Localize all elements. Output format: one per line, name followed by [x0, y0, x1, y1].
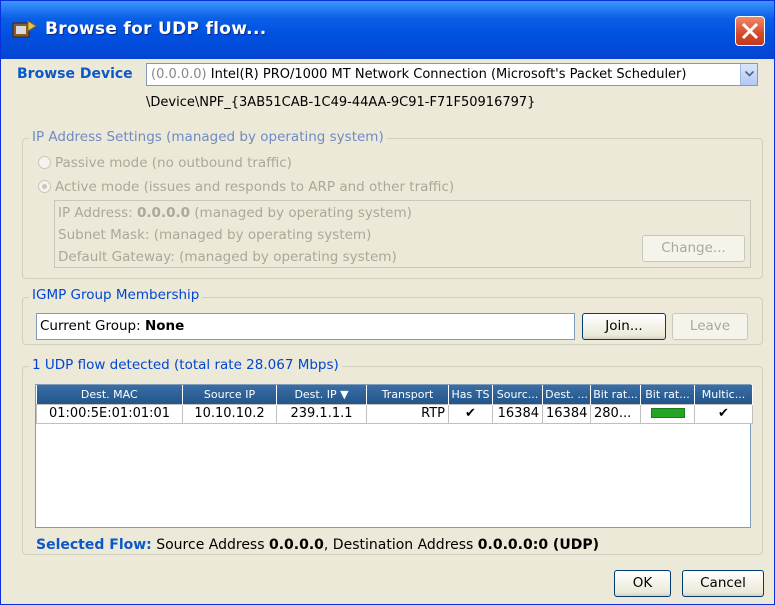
col-dest-ip[interactable]: Dest. IP ▼ — [276, 385, 367, 404]
col-dest-mac[interactable]: Dest. MAC — [36, 385, 183, 404]
app-icon — [11, 18, 37, 42]
flows-grid: Dest. MAC Source IP Dest. IP ▼ Transport… — [36, 385, 753, 424]
chevron-down-icon — [745, 71, 754, 77]
change-button[interactable]: Change... — [642, 235, 745, 262]
active-mode-radio[interactable]: Active mode (issues and responds to ARP … — [38, 179, 454, 195]
passive-mode-label: Passive mode (no outbound traffic) — [55, 155, 292, 171]
ip-settings-legend: IP Address Settings (managed by operatin… — [29, 129, 387, 145]
dialog-window: Browse for UDP flow... Browse Device (0.… — [0, 0, 775, 605]
selected-flow-text: Selected Flow: Source Address 0.0.0.0, D… — [36, 537, 599, 553]
col-dest-ip-label: Dest. IP — [294, 387, 337, 401]
ip-address-value: 0.0.0.0 — [137, 205, 190, 221]
table-header-row: Dest. MAC Source IP Dest. IP ▼ Transport… — [36, 385, 753, 404]
join-button[interactable]: Join... — [582, 313, 666, 340]
ip-address-suffix: (managed by operating system) — [190, 205, 412, 221]
cancel-button[interactable]: Cancel — [682, 570, 764, 597]
dropdown-button[interactable] — [740, 64, 757, 85]
flows-table: Dest. MAC Source IP Dest. IP ▼ Transport… — [35, 384, 753, 528]
source-address-prefix: Source Address — [151, 537, 269, 553]
flows-legend: 1 UDP flow detected (total rate 28.067 M… — [29, 357, 342, 373]
col-bit-rate-bar[interactable]: Bit rat... — [640, 385, 695, 404]
title-bar[interactable]: Browse for UDP flow... — [1, 1, 774, 59]
cell-dest-mac: 01:00:5E:01:01:01 — [36, 403, 183, 424]
ok-button[interactable]: OK — [614, 570, 671, 597]
close-button[interactable] — [735, 16, 765, 46]
passive-mode-radio[interactable]: Passive mode (no outbound traffic) — [38, 155, 292, 171]
cell-bit-rate-bar — [640, 403, 695, 424]
selected-flow-label: Selected Flow: — [36, 537, 152, 553]
col-multicast[interactable]: Multic... — [694, 385, 753, 404]
cell-dest-ip: 239.1.1.1 — [276, 403, 367, 424]
col-source-ip[interactable]: Source IP — [182, 385, 277, 404]
bit-rate-bar — [650, 408, 685, 418]
destination-address-prefix: , Destination Address — [323, 537, 478, 553]
igmp-legend: IGMP Group Membership — [29, 287, 203, 303]
radio-indicator — [38, 180, 51, 193]
col-bit-rate[interactable]: Bit rat... — [590, 385, 641, 404]
destination-address-value: 0.0.0.0:0 (UDP) — [477, 537, 599, 553]
radio-indicator — [38, 156, 51, 169]
default-gateway-text: Default Gateway: (managed by operating s… — [58, 249, 397, 265]
ip-address-text: IP Address: 0.0.0.0 (managed by operatin… — [58, 205, 412, 221]
device-path: \Device\NPF_{3AB51CAB-1C49-44AA-9C91-F71… — [146, 95, 536, 110]
device-ip: (0.0.0.0) — [151, 67, 207, 82]
cell-has-ts: ✔ — [448, 403, 493, 424]
subnet-mask-text: Subnet Mask: (managed by operating syste… — [58, 227, 372, 243]
current-group-field: Current Group: None — [36, 313, 575, 340]
col-transport[interactable]: Transport — [366, 385, 449, 404]
source-address-value: 0.0.0.0 — [268, 537, 324, 553]
current-group-prefix: Current Group: — [40, 318, 145, 334]
active-mode-label: Active mode (issues and responds to ARP … — [55, 179, 455, 195]
ip-address-prefix: IP Address: — [58, 205, 138, 221]
leave-button[interactable]: Leave — [672, 313, 748, 340]
current-group-value: None — [144, 318, 185, 334]
cell-multicast: ✔ — [694, 403, 753, 424]
sort-desc-icon: ▼ — [340, 387, 349, 401]
cell-bit-rate: 280... — [590, 403, 641, 424]
window-title: Browse for UDP flow... — [45, 19, 267, 39]
device-name: Intel(R) PRO/1000 MT Network Connection … — [210, 67, 687, 82]
table-row[interactable]: 01:00:5E:01:01:01 10.10.10.2 239.1.1.1 R… — [36, 403, 753, 424]
cell-dest-port: 16384 — [542, 403, 591, 424]
col-dest-port[interactable]: Dest. ... — [542, 385, 591, 404]
browse-device-label: Browse Device — [17, 66, 133, 82]
cell-source-ip: 10.10.10.2 — [182, 403, 277, 424]
col-has-ts[interactable]: Has TS — [448, 385, 493, 404]
col-source-port[interactable]: Sourc... — [492, 385, 543, 404]
device-dropdown[interactable]: (0.0.0.0) Intel(R) PRO/1000 MT Network C… — [146, 63, 758, 86]
cell-source-port: 16384 — [492, 403, 543, 424]
cell-transport: RTP — [366, 403, 449, 424]
close-icon — [741, 22, 759, 40]
